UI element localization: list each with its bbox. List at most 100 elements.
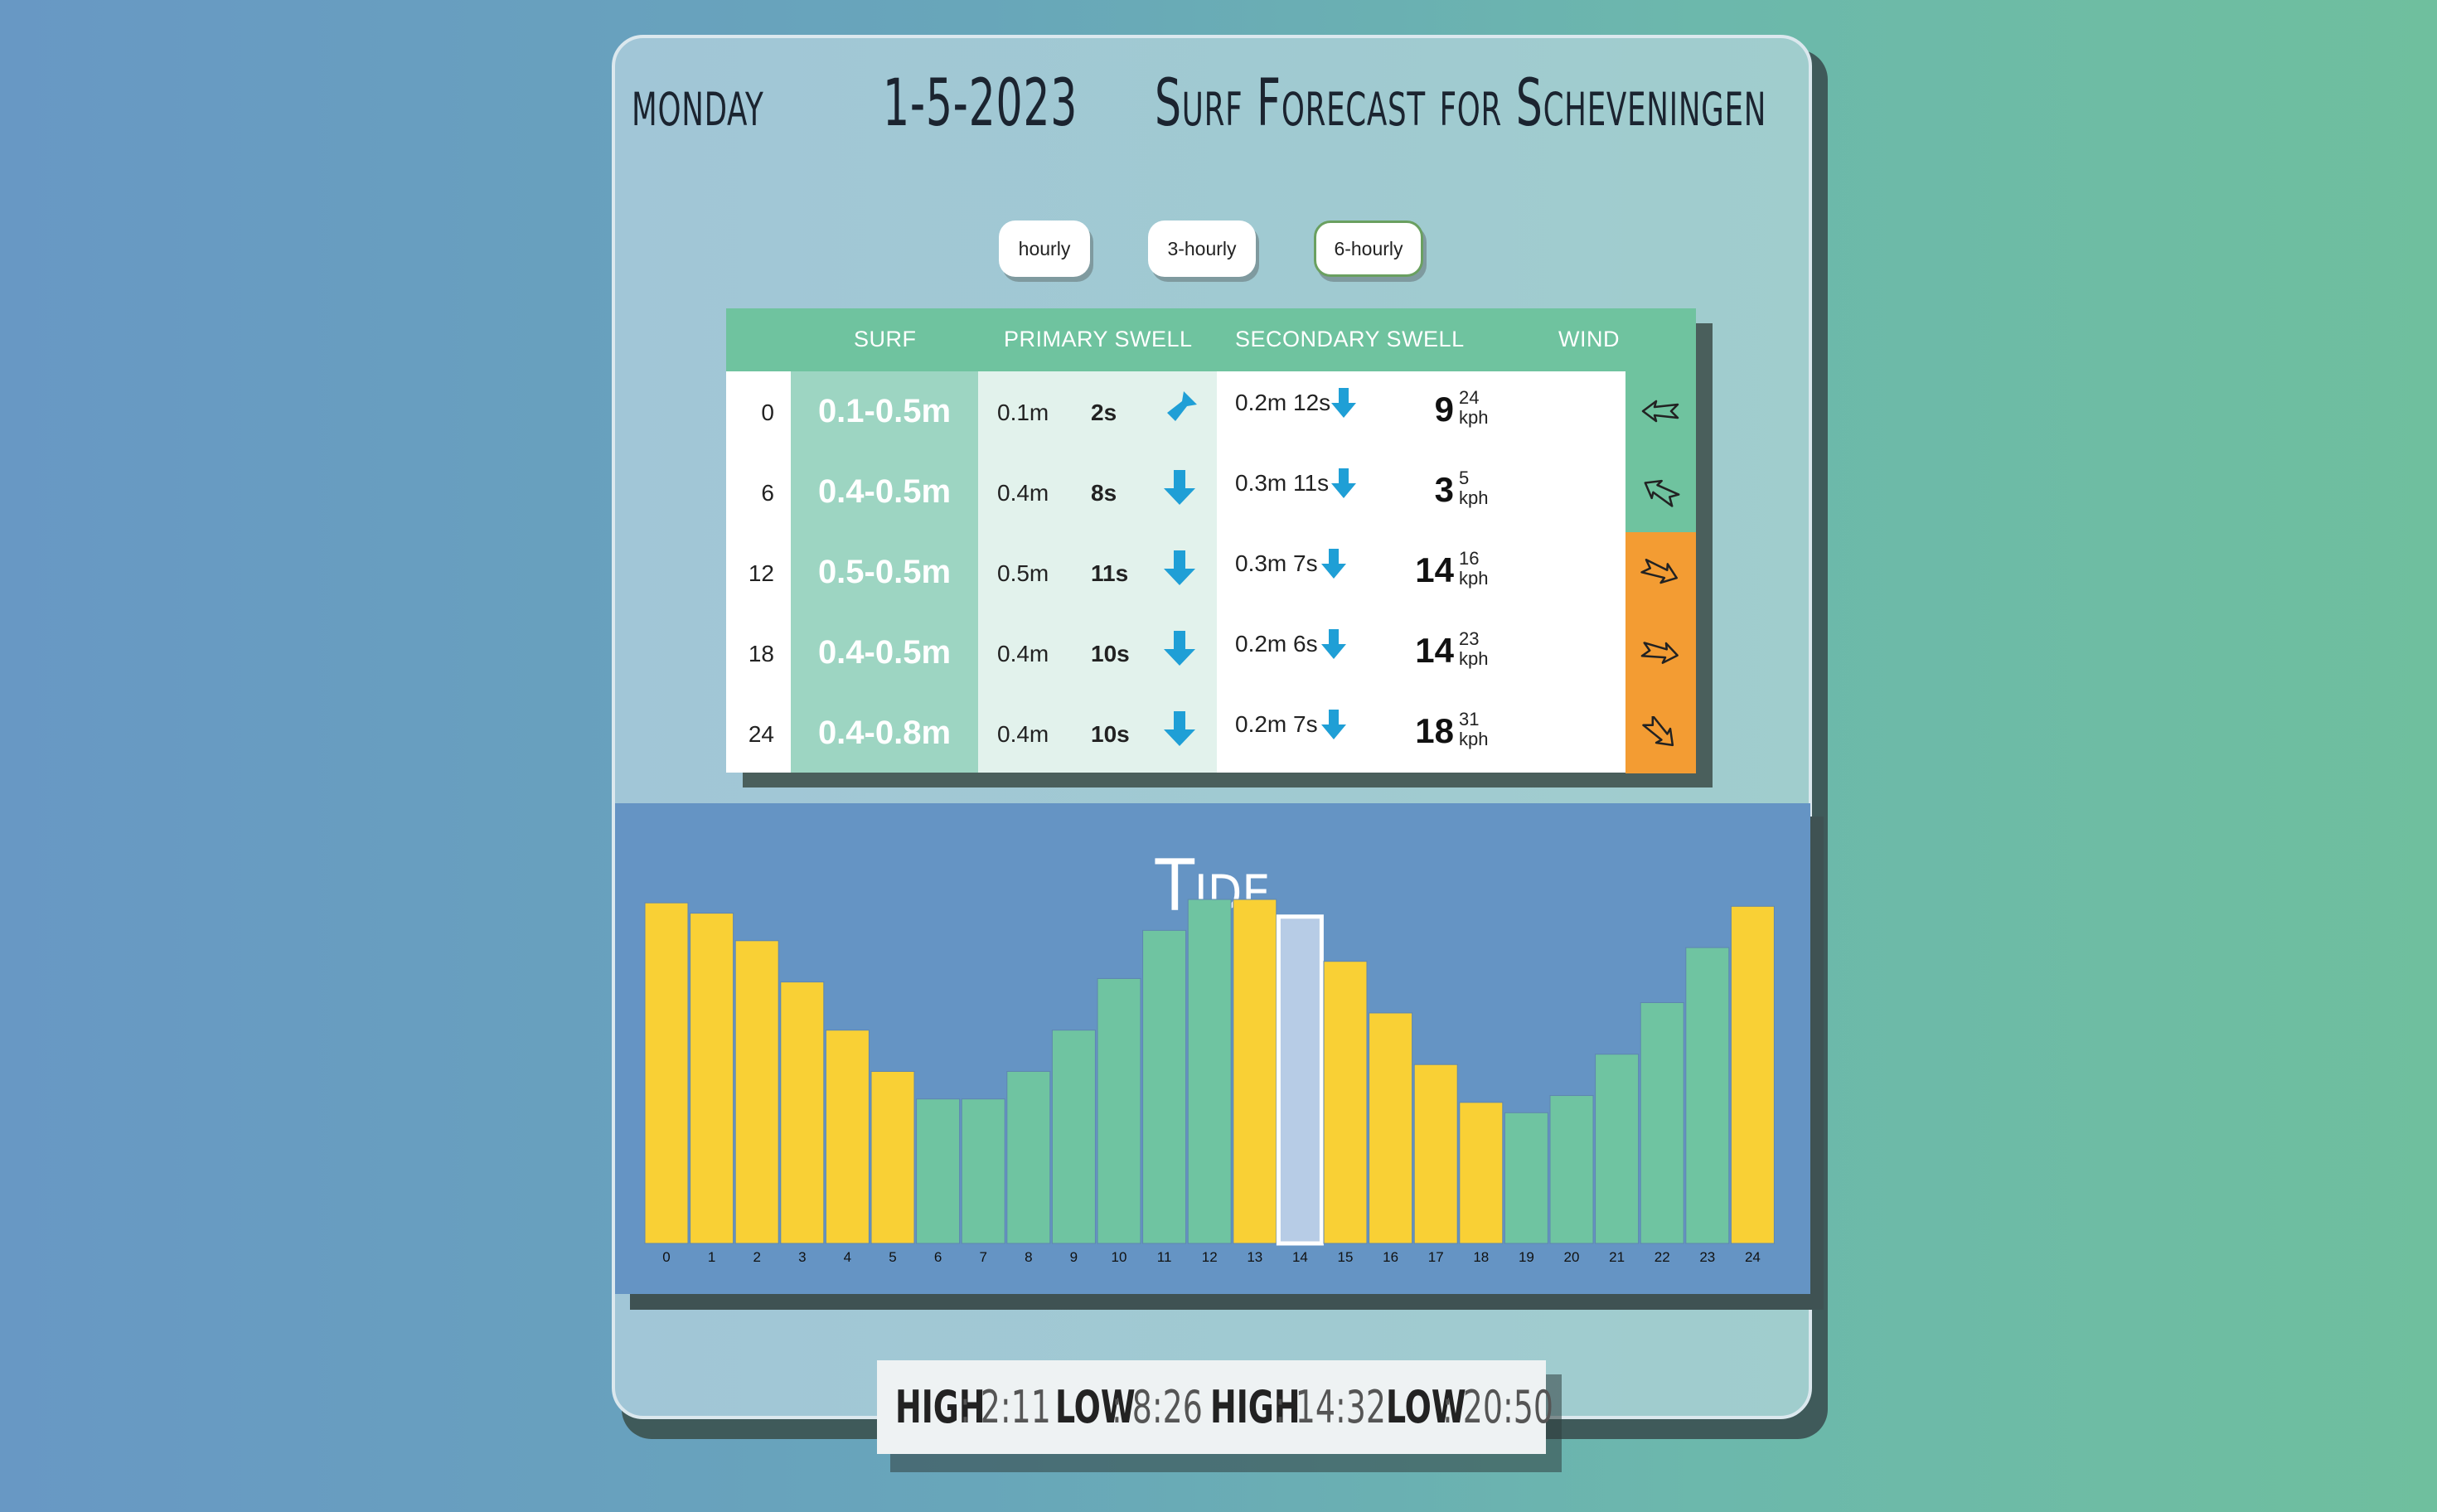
wind-direction-cell xyxy=(1625,693,1696,773)
wind-direction-icon xyxy=(1642,716,1674,747)
tide-bar[interactable] xyxy=(1233,899,1277,1244)
secondary-height: 0.2m xyxy=(1235,711,1287,737)
secondary-period: 6s xyxy=(1293,631,1318,657)
tide-bar[interactable] xyxy=(1187,899,1232,1244)
primary-height: 0.4m xyxy=(997,721,1049,747)
tide-chart: 0 1 2 3 4 5 6 7 8 9 10 11 12 13 14 15 16 17 18 19 20 21 22 23 24 xyxy=(644,899,1775,1265)
surf-height: 0.1-0.5m xyxy=(817,393,952,429)
tide-bar[interactable] xyxy=(1323,961,1368,1244)
tide-bar[interactable] xyxy=(870,1071,915,1244)
wind-direction-cell xyxy=(1625,452,1696,532)
tide-4-time: : 20:50 xyxy=(1442,1381,1554,1433)
primary-period: 2s xyxy=(1091,400,1117,425)
header-primary-swell: PRIMARY SWELL xyxy=(1004,327,1193,351)
secondary-direction-icon xyxy=(1321,629,1346,659)
tide-bar[interactable] xyxy=(734,940,779,1244)
tide-bar[interactable] xyxy=(1051,1030,1096,1244)
wind-speed: 14 xyxy=(1415,550,1454,589)
primary-height: 0.5m xyxy=(997,560,1049,586)
three-hourly-button[interactable]: 3-hourly xyxy=(1148,220,1256,277)
tide-panel: Tide 0 1 2 3 4 5 6 7 8 9 10 11 12 13 14 15 16 17 18 19 20 21 2… xyxy=(615,803,1810,1294)
gust-value: 24 xyxy=(1459,387,1480,408)
surf-height: 0.4-0.5m xyxy=(817,473,952,510)
tide-hour-label: 21 xyxy=(1609,1249,1625,1265)
hourly-button[interactable]: hourly xyxy=(999,220,1090,277)
secondary-height: 0.3m xyxy=(1235,470,1287,496)
tide-1-time: : 2:11 xyxy=(960,1381,1051,1433)
table-header: SURF PRIMARY SWELL SECONDARY SWELL WIND xyxy=(726,308,1696,371)
swell-direction-icon xyxy=(1164,631,1195,666)
tide-hour-label: 2 xyxy=(753,1249,760,1265)
tide-bar[interactable] xyxy=(1640,1002,1684,1244)
table-row: 0 0.1-0.5m 0.1m 2s 0.2m 12s 9 24 kph xyxy=(726,371,1696,452)
secondary-period: 7s xyxy=(1293,711,1318,737)
six-hourly-button[interactable]: 6-hourly xyxy=(1314,220,1423,277)
surf-height: 0.4-0.5m xyxy=(817,634,952,671)
tide-hour-label: 7 xyxy=(979,1249,986,1265)
header-surf: SURF xyxy=(854,327,917,351)
secondary-period: 7s xyxy=(1293,550,1318,576)
secondary-swell: 0.2m 7s xyxy=(1235,711,1318,738)
wind-gust: 16 kph xyxy=(1459,549,1488,589)
wind-unit: kph xyxy=(1459,568,1489,589)
primary-period: 10s xyxy=(1091,721,1130,747)
tide-bar-selected[interactable] xyxy=(1276,914,1324,1246)
secondary-swell: 0.2m 6s xyxy=(1235,631,1318,657)
tide-bar[interactable] xyxy=(1685,947,1730,1244)
row-hour: 24 xyxy=(748,721,774,747)
tide-bar[interactable] xyxy=(1504,1112,1548,1244)
tide-bar[interactable] xyxy=(825,1030,870,1244)
tide-hour-label: 18 xyxy=(1473,1249,1489,1265)
tide-bar[interactable] xyxy=(690,913,734,1244)
tide-hour-label: 22 xyxy=(1655,1249,1670,1265)
tide-hour-label: 8 xyxy=(1025,1249,1032,1265)
tide-hour-label: 15 xyxy=(1338,1249,1354,1265)
tide-bar[interactable] xyxy=(1369,1012,1413,1244)
tide-bar[interactable] xyxy=(1459,1102,1504,1244)
tide-bar[interactable] xyxy=(780,981,825,1244)
row-hour: 6 xyxy=(761,480,774,506)
surf-height: 0.4-0.8m xyxy=(817,715,952,751)
gust-value: 5 xyxy=(1459,468,1470,488)
wind-direction-cell xyxy=(1625,532,1696,613)
tide-hour-label: 1 xyxy=(708,1249,715,1265)
table-row: 6 0.4-0.5m 0.4m 8s 0.3m 11s 3 5 kph xyxy=(726,452,1696,532)
wind-direction-icon xyxy=(1640,559,1678,584)
tide-bar[interactable] xyxy=(644,902,689,1244)
row-hour: 18 xyxy=(748,641,774,666)
surf-height: 0.5-0.5m xyxy=(817,554,952,590)
primary-period: 11s xyxy=(1091,560,1129,586)
tide-hour-label: 16 xyxy=(1383,1249,1398,1265)
header-wind: WIND xyxy=(1558,327,1620,351)
tide-bar[interactable] xyxy=(1730,905,1775,1244)
day-label: MONDAY xyxy=(632,66,764,141)
tide-bar[interactable] xyxy=(1006,1071,1051,1244)
tide-bar[interactable] xyxy=(1142,929,1187,1244)
swell-direction-icon xyxy=(1167,391,1197,421)
row-hour: 12 xyxy=(748,560,774,586)
tide-bar[interactable] xyxy=(916,1098,961,1244)
tide-hour-label: 9 xyxy=(1070,1249,1078,1265)
table-row: 18 0.4-0.5m 0.4m 10s 0.2m 6s 14 23 kph xyxy=(726,613,1696,693)
wind-speed: 9 xyxy=(1434,390,1454,429)
secondary-direction-icon xyxy=(1331,388,1356,418)
primary-height: 0.4m xyxy=(997,641,1049,666)
secondary-height: 0.3m xyxy=(1235,550,1287,576)
secondary-period: 11s xyxy=(1293,470,1330,496)
gust-value: 31 xyxy=(1459,709,1480,729)
wind-direction-icon xyxy=(1644,479,1680,507)
tide-hour-label: 14 xyxy=(1292,1249,1308,1265)
tide-bar[interactable] xyxy=(1097,977,1141,1244)
secondary-direction-icon xyxy=(1331,468,1356,498)
tide-bar[interactable] xyxy=(1413,1064,1458,1244)
table-row: 12 0.5-0.5m 0.5m 11s 0.3m 7s 14 16 kph xyxy=(726,532,1696,613)
tide-bar[interactable] xyxy=(1595,1054,1640,1244)
tide-bar[interactable] xyxy=(1549,1095,1594,1244)
tide-hour-label: 20 xyxy=(1564,1249,1580,1265)
tide-hour-label: 5 xyxy=(889,1249,896,1265)
wind-unit: kph xyxy=(1459,729,1489,749)
primary-height: 0.4m xyxy=(997,480,1049,506)
tide-times: HIGH : 2:11 LOW : 8:26 HIGH : 14:32 LOW … xyxy=(877,1360,1553,1454)
tide-bar[interactable] xyxy=(961,1098,1005,1244)
secondary-height: 0.2m xyxy=(1235,390,1287,415)
